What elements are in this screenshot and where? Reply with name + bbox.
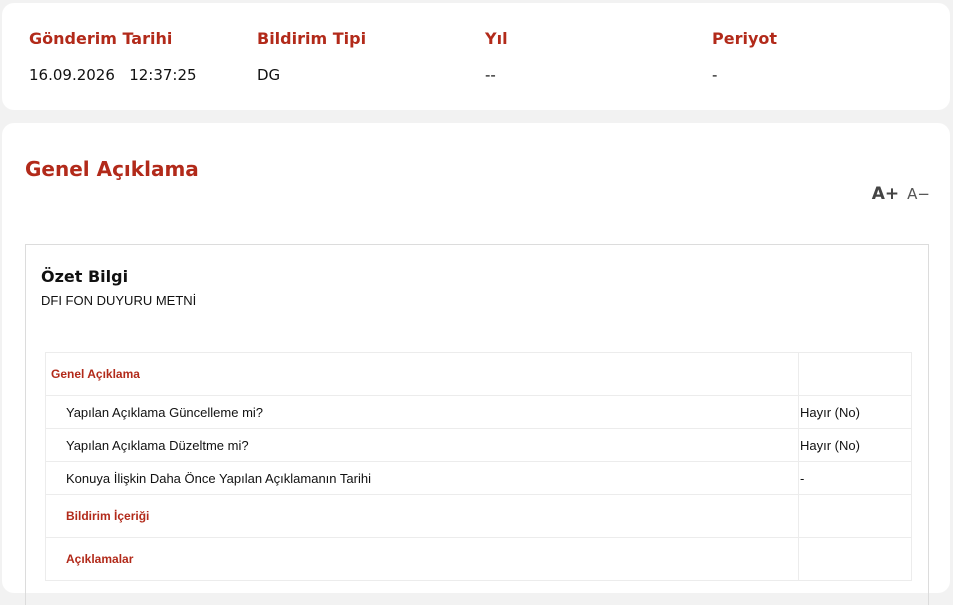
section-title: Genel Açıklama	[25, 157, 199, 181]
meta-value: 16.09.2026 12:37:25	[29, 66, 197, 84]
table-header-value	[798, 352, 912, 396]
table-header-row: Genel Açıklama	[45, 352, 912, 396]
subsection-value	[798, 537, 912, 581]
meta-label: Periyot	[712, 29, 778, 48]
row-label: Yapılan Açıklama Güncelleme mi?	[45, 395, 799, 429]
table-row: Konuya İlişkin Daha Önce Yapılan Açıklam…	[45, 461, 912, 495]
row-label: Yapılan Açıklama Düzeltme mi?	[45, 428, 799, 462]
row-value: Hayır (No)	[798, 428, 912, 462]
disclosure-meta-card: Gönderim Tarihi 16.09.2026 12:37:25 Bild…	[2, 3, 950, 110]
meta-value: DG	[257, 66, 281, 84]
subsection-value	[798, 494, 912, 538]
meta-label: Gönderim Tarihi	[29, 29, 173, 48]
disclosure-content-card: Genel Açıklama A+ A− Özet Bilgi DFI FON …	[2, 123, 950, 605]
font-increase-button[interactable]: A+	[872, 184, 899, 204]
meta-value: --	[485, 66, 496, 84]
meta-year: Yıl --	[485, 29, 508, 84]
meta-label: Yıl	[485, 29, 508, 48]
font-size-controls: A+ A−	[872, 184, 930, 204]
summary-text: DFI FON DUYURU METNİ	[41, 293, 197, 308]
table-row: Yapılan Açıklama Düzeltme mi? Hayır (No)	[45, 428, 912, 462]
table-subsection-row: Açıklamalar	[45, 537, 912, 581]
meta-notice-type: Bildirim Tipi DG	[257, 29, 366, 84]
table-subsection-row: Bildirim İçeriği	[45, 494, 912, 538]
table-header-label: Genel Açıklama	[45, 352, 799, 396]
meta-sent-date: Gönderim Tarihi 16.09.2026 12:37:25	[29, 29, 197, 84]
row-label: Konuya İlişkin Daha Önce Yapılan Açıklam…	[45, 461, 799, 495]
meta-value: -	[712, 66, 718, 84]
subsection-label: Bildirim İçeriği	[45, 494, 799, 538]
summary-title: Özet Bilgi	[41, 267, 129, 286]
row-value: Hayır (No)	[798, 395, 912, 429]
disclosure-table: Genel Açıklama Yapılan Açıklama Güncelle…	[45, 352, 912, 581]
row-value: -	[798, 461, 912, 495]
table-row: Yapılan Açıklama Güncelleme mi? Hayır (N…	[45, 395, 912, 429]
subsection-label: Açıklamalar	[45, 537, 799, 581]
meta-label: Bildirim Tipi	[257, 29, 367, 48]
font-decrease-button[interactable]: A−	[907, 185, 930, 203]
summary-box: Özet Bilgi DFI FON DUYURU METNİ Genel Aç…	[25, 244, 929, 605]
meta-period: Periyot -	[712, 29, 777, 84]
